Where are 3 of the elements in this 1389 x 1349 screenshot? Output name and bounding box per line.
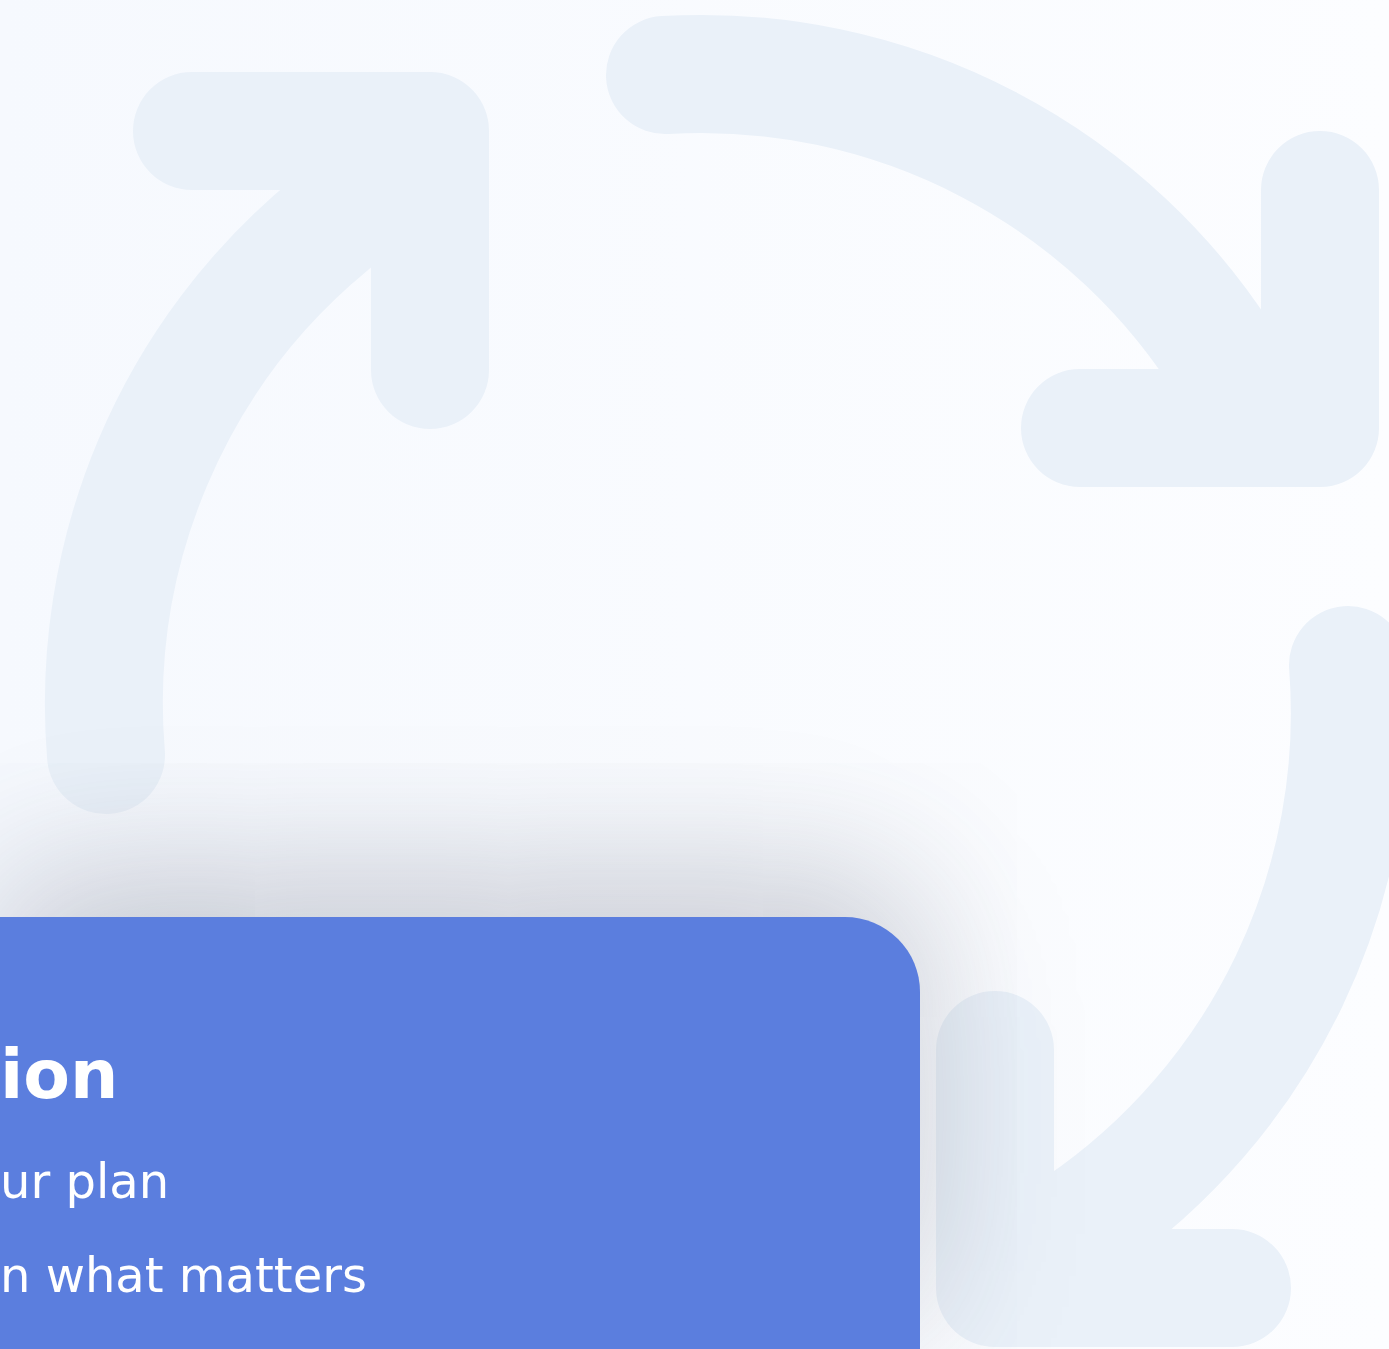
card-text: ur plan bbox=[0, 1153, 171, 1209]
card-title: ion bbox=[0, 1035, 120, 1115]
card-text: n what matters bbox=[0, 1247, 368, 1303]
